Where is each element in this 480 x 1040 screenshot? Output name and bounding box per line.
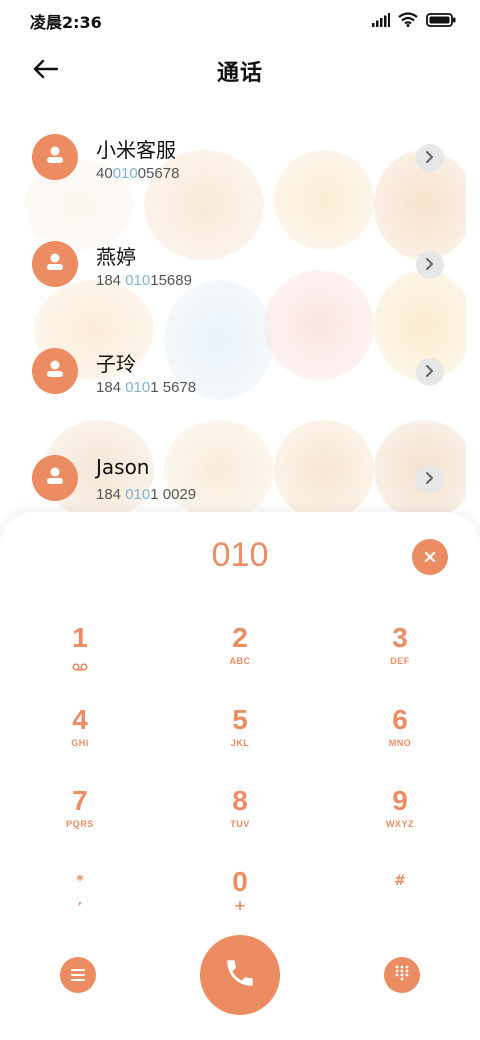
clear-button[interactable] (412, 539, 448, 575)
chevron-right-icon (425, 363, 435, 382)
contact-name: 子玲 (96, 352, 136, 376)
key-8[interactable]: 8 TUV (180, 785, 300, 855)
avatar (32, 348, 78, 394)
key-3[interactable]: 3 DEF (340, 622, 460, 692)
key-hash[interactable]: # (340, 862, 460, 932)
contact-item[interactable]: 小米客服 4001005678 (0, 104, 480, 211)
person-icon (44, 251, 66, 277)
key-digit: 7 (72, 785, 88, 816)
avatar (32, 241, 78, 287)
key-letters: , (77, 894, 83, 907)
arrow-left-icon (32, 59, 59, 83)
number-match: 010 (125, 486, 151, 503)
contact-detail-button[interactable] (416, 358, 444, 386)
key-letters: GHI (71, 738, 89, 748)
key-digit: 2 (232, 622, 248, 653)
contact-name: Jason (96, 455, 150, 479)
phone-icon (223, 956, 257, 994)
contact-detail-button[interactable] (416, 251, 444, 279)
person-icon (44, 358, 66, 384)
number-part: 184 (96, 272, 126, 289)
contact-name: 燕婷 (96, 245, 136, 269)
contact-detail-button[interactable] (416, 465, 444, 493)
number-part: 40 (96, 165, 113, 182)
key-letters: MNO (388, 738, 412, 748)
key-letters: JKL (230, 738, 250, 748)
dialpad-icon (395, 965, 409, 985)
contact-number: 184 0101 5678 (96, 379, 196, 396)
key-star[interactable]: * , (20, 862, 140, 932)
status-icons (372, 11, 456, 31)
key-letters: ABC (229, 656, 251, 666)
person-icon (44, 144, 66, 170)
person-icon (44, 465, 66, 491)
key-digit: 5 (232, 704, 248, 735)
page-title: 通话 (216, 61, 263, 86)
key-6[interactable]: 6 MNO (340, 704, 460, 774)
key-letters: WXYZ (386, 819, 414, 829)
number-part: 1 5678 (150, 379, 197, 396)
back-button[interactable] (28, 56, 62, 86)
key-9[interactable]: 9 WXYZ (340, 785, 460, 855)
key-digit: # (394, 873, 406, 889)
key-digit: 9 (392, 785, 408, 816)
key-digit: 3 (392, 622, 408, 653)
voicemail-icon (20, 656, 140, 675)
dialed-number[interactable]: 010 (0, 536, 480, 575)
wifi-icon (398, 11, 418, 31)
key-digit: 6 (392, 704, 408, 735)
contact-name: 小米客服 (96, 138, 176, 162)
signal-icon (372, 12, 390, 31)
number-part: 184 (96, 486, 126, 503)
key-digit: 0 (232, 866, 248, 897)
key-letters: PQRS (66, 819, 94, 829)
status-bar: 凌晨2:36 (0, 0, 480, 42)
status-time: 凌晨2:36 (30, 13, 102, 32)
contact-number: 184 0101 0029 (96, 486, 196, 503)
number-part: 184 (96, 379, 126, 396)
key-4[interactable]: 4 GHI (20, 704, 140, 774)
key-letters: DEF (390, 656, 410, 666)
key-digit: 1 (72, 622, 88, 653)
contact-item[interactable]: 子玲 184 0101 5678 (0, 318, 480, 425)
key-letters: TUV (230, 819, 250, 829)
key-5[interactable]: 5 JKL (180, 704, 300, 774)
call-button[interactable] (200, 935, 280, 1015)
close-icon (424, 548, 436, 567)
key-digit: 8 (232, 785, 248, 816)
key-letters: + (234, 898, 246, 914)
number-match: 010 (125, 272, 151, 289)
avatar (32, 134, 78, 180)
number-match: 010 (112, 165, 138, 182)
contact-detail-button[interactable] (416, 144, 444, 172)
chevron-right-icon (425, 256, 435, 275)
key-0[interactable]: 0 + (180, 866, 300, 936)
number-part: 1 0029 (150, 486, 197, 503)
number-match: 010 (125, 379, 151, 396)
battery-icon (426, 12, 456, 31)
dialpad-panel: 010 1 2 ABC 3 DEF 4 GHI 5 JKL 6 MNO 7 PQ… (0, 512, 480, 1040)
number-part: 05678 (137, 165, 180, 182)
contact-item[interactable]: 燕婷 184 01015689 (0, 211, 480, 318)
menu-icon (71, 966, 85, 985)
key-digit: * (76, 873, 84, 889)
header: 通话 (0, 42, 480, 100)
chevron-right-icon (425, 149, 435, 168)
contact-number: 184 01015689 (96, 272, 192, 289)
chevron-right-icon (425, 470, 435, 489)
key-digit: 4 (72, 704, 88, 735)
menu-button[interactable] (60, 957, 96, 993)
contact-list: 小米客服 4001005678 燕婷 184 01015689 子玲 184 0… (0, 104, 480, 532)
avatar (32, 455, 78, 501)
key-1[interactable]: 1 (20, 622, 140, 692)
key-2[interactable]: 2 ABC (180, 622, 300, 692)
contact-number: 4001005678 (96, 165, 179, 182)
key-7[interactable]: 7 PQRS (20, 785, 140, 855)
keypad-toggle-button[interactable] (384, 957, 420, 993)
number-part: 15689 (150, 272, 192, 289)
